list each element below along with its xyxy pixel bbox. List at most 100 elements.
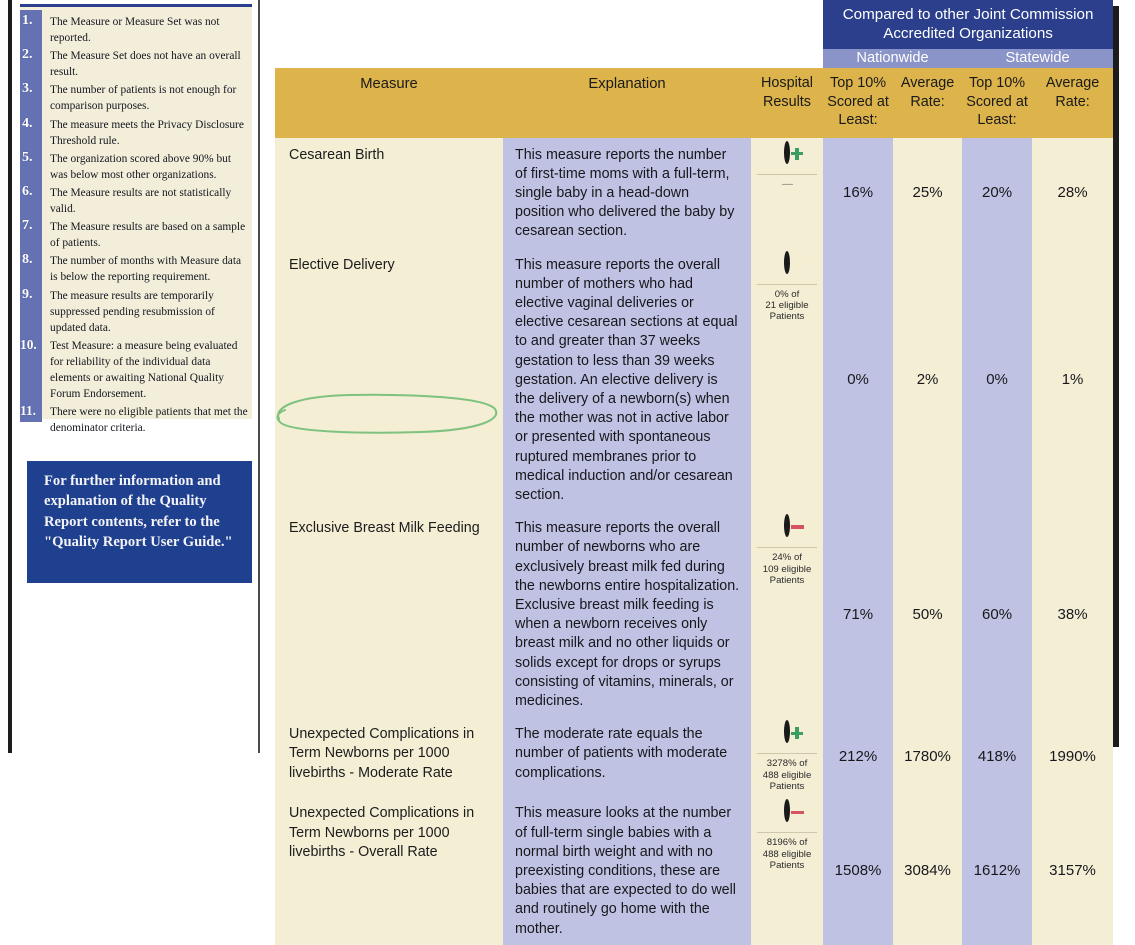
cell-statewide-top10: 60% bbox=[962, 511, 1033, 718]
cell-hospital-result: 3278% of 488 eligible Patients bbox=[751, 717, 824, 797]
further-information-box: For further information and explanation … bbox=[27, 461, 252, 583]
table-row[interactable]: Unexpected Complications in Term Newborn… bbox=[275, 717, 1114, 797]
footnote-number: 11. bbox=[20, 403, 36, 419]
nationwide-header: Nationwide bbox=[823, 49, 963, 68]
cell-statewide-average: 3157% bbox=[1032, 796, 1114, 945]
footnote-item: 4. The measure meets the Privacy Disclosu… bbox=[20, 115, 252, 149]
cell-nationwide-top10: 0% bbox=[823, 247, 894, 512]
footnote-legend-box: 1. The Measure or Measure Set was not rep… bbox=[20, 4, 252, 434]
header-spacer-2 bbox=[275, 49, 824, 68]
hospital-result-stack: ★ 0% of 21 eligible Patients bbox=[753, 250, 821, 323]
column-header-nationwide-top10[interactable]: Top 10% Scored at Least: bbox=[823, 68, 894, 138]
result-divider bbox=[757, 173, 818, 175]
statewide-header: Statewide bbox=[962, 49, 1114, 68]
result-caption: 24% of 109 eligible Patients bbox=[762, 552, 812, 586]
measures-table-wrap: Compared to other Joint Commission Accre… bbox=[275, 0, 1114, 945]
cell-statewide-average: 1990% bbox=[1032, 717, 1114, 797]
cell-statewide-average: 38% bbox=[1032, 511, 1114, 718]
cell-nationwide-average: 3084% bbox=[893, 796, 963, 945]
footnote-text: The Measure or Measure Set was not repor… bbox=[50, 16, 220, 45]
result-divider bbox=[757, 283, 818, 285]
footnote-number: 2. bbox=[22, 47, 33, 63]
cell-nationwide-average: 50% bbox=[893, 511, 963, 718]
footnote-text: The measure results are temporarily supp… bbox=[50, 289, 215, 334]
cell-hospital-result: 8196% of 488 eligible Patients bbox=[751, 796, 824, 945]
result-caption: 0% of 21 eligible Patients bbox=[765, 288, 809, 323]
footnote-item: 9. The measure results are temporarily su… bbox=[20, 286, 252, 336]
footnote-number: 7. bbox=[22, 218, 33, 234]
column-header-hospital-results[interactable]: Hospital Results bbox=[751, 68, 824, 138]
cell-hospital-result: 24% of 109 eligible Patients bbox=[751, 511, 824, 718]
table-row[interactable]: Elective Delivery This measure reports th… bbox=[275, 247, 1114, 512]
footnote-number: 8. bbox=[22, 252, 33, 268]
result-caption: ----- bbox=[781, 178, 794, 190]
result-divider bbox=[757, 753, 818, 755]
cell-measure-name: Elective Delivery bbox=[275, 247, 503, 512]
cell-explanation: This measure reports the overall number … bbox=[503, 511, 751, 718]
cell-measure-name: Unexpected Complications in Term Newborn… bbox=[275, 796, 503, 945]
footnote-item: 1. The Measure or Measure Set was not rep… bbox=[20, 13, 252, 46]
minus-circle-icon bbox=[784, 799, 791, 823]
header-row-region: Nationwide Statewide bbox=[275, 49, 1114, 68]
column-header-statewide-average[interactable]: Average Rate: bbox=[1032, 68, 1114, 138]
hospital-result-stack: 24% of 109 eligible Patients bbox=[753, 514, 821, 586]
column-header-explanation[interactable]: Explanation bbox=[503, 68, 751, 138]
column-header-nationwide-average[interactable]: Average Rate: bbox=[893, 68, 963, 138]
cell-nationwide-average: 1780% bbox=[893, 717, 963, 797]
cell-nationwide-top10: 16% bbox=[823, 137, 894, 248]
cell-explanation: This measure reports the number of first… bbox=[503, 137, 751, 248]
cell-nationwide-top10: 212% bbox=[823, 717, 894, 797]
footnote-number: 5. bbox=[22, 149, 33, 165]
footnote-number: 9. bbox=[22, 286, 33, 302]
hospital-result-stack: 3278% of 488 eligible Patients bbox=[753, 720, 821, 792]
footnote-item: 10. Test Measure: a measure being evaluat… bbox=[20, 337, 252, 402]
cell-nationwide-top10: 1508% bbox=[823, 796, 894, 945]
star-glyph: ★ bbox=[788, 252, 806, 275]
page-left-border bbox=[8, 0, 12, 753]
table-row[interactable]: Exclusive Breast Milk Feeding This measur… bbox=[275, 511, 1114, 718]
further-information-text: For further information and explanation … bbox=[44, 473, 233, 551]
footnote-number: 1. bbox=[22, 13, 33, 28]
footnote-text: The organization scored above 90% but wa… bbox=[50, 152, 232, 181]
left-column: 1. The Measure or Measure Set was not rep… bbox=[14, 0, 258, 753]
cell-statewide-top10: 0% bbox=[962, 247, 1033, 512]
cell-hospital-result: ★ 0% of 21 eligible Patients bbox=[751, 247, 824, 512]
report-page: 1. The Measure or Measure Set was not rep… bbox=[0, 0, 1135, 945]
footnote-number: 4. bbox=[22, 115, 33, 131]
plus-circle-icon bbox=[784, 720, 791, 744]
cell-nationwide-top10: 71% bbox=[823, 511, 894, 718]
cell-nationwide-average: 25% bbox=[893, 137, 963, 248]
cell-explanation: The moderate rate equals the number of p… bbox=[503, 717, 751, 797]
footnote-text: The Measure results are based on a sampl… bbox=[50, 221, 246, 250]
cell-nationwide-average: 2% bbox=[893, 247, 963, 512]
column-header-statewide-top10[interactable]: Top 10% Scored at Least: bbox=[962, 68, 1033, 138]
cell-measure-name: Exclusive Breast Milk Feeding bbox=[275, 511, 503, 718]
header-spacer bbox=[275, 0, 824, 49]
footnote-list: 1. The Measure or Measure Set was not rep… bbox=[20, 13, 252, 438]
footnote-text: The number of patients is not enough for… bbox=[50, 84, 237, 113]
compared-to-header: Compared to other Joint Commission Accre… bbox=[823, 0, 1114, 49]
plus-circle-icon bbox=[784, 140, 791, 164]
footnote-text: The Measure results are not statisticall… bbox=[50, 186, 232, 216]
minus-circle-icon bbox=[784, 514, 791, 538]
table-row[interactable]: Unexpected Complications in Term Newborn… bbox=[275, 796, 1114, 945]
hospital-result-stack: ----- bbox=[753, 140, 821, 190]
footnote-text: The number of months with Measure data i… bbox=[50, 255, 242, 284]
column-header-measure[interactable]: Measure bbox=[275, 68, 503, 138]
measures-table: Compared to other Joint Commission Accre… bbox=[275, 0, 1114, 945]
cell-measure-name: Cesarean Birth bbox=[275, 137, 503, 248]
footnote-item: 2. The Measure Set does not have an overa… bbox=[20, 47, 252, 80]
cell-statewide-average: 28% bbox=[1032, 137, 1114, 248]
page-column-divider bbox=[258, 0, 260, 753]
cell-statewide-average: 1% bbox=[1032, 247, 1114, 512]
table-body: Cesarean Birth This measure reports the n… bbox=[275, 137, 1114, 945]
footnote-item: 5. The organization scored above 90% but … bbox=[20, 149, 252, 183]
header-row-columns: Measure Explanation Hospital Results Top… bbox=[275, 68, 1114, 138]
footnote-number: 6. bbox=[22, 183, 33, 199]
result-divider bbox=[757, 547, 818, 549]
cell-explanation: This measure looks at the number of full… bbox=[503, 796, 751, 945]
table-row[interactable]: Cesarean Birth This measure reports the n… bbox=[275, 137, 1114, 248]
cell-explanation: This measure reports the overall number … bbox=[503, 247, 751, 512]
cell-measure-name: Unexpected Complications in Term Newborn… bbox=[275, 717, 503, 797]
result-divider bbox=[757, 832, 818, 834]
